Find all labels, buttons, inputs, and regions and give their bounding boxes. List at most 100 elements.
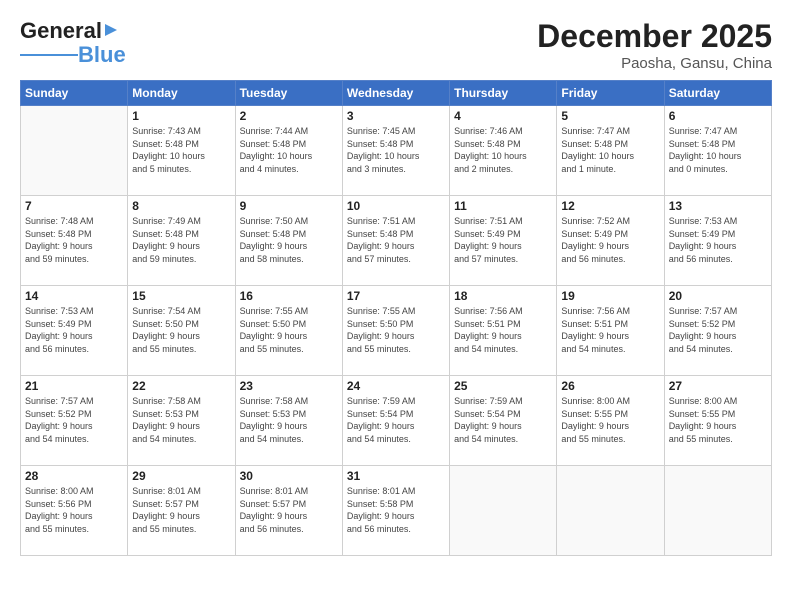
table-row: 7 Sunrise: 7:48 AM Sunset: 5:48 PM Daylig… [21, 196, 128, 286]
day-info: Sunrise: 8:00 AM Sunset: 5:55 PM Dayligh… [669, 395, 767, 445]
day-number: 17 [347, 289, 445, 303]
day-info: Sunrise: 7:59 AM Sunset: 5:54 PM Dayligh… [454, 395, 552, 445]
day-info: Sunrise: 7:50 AM Sunset: 5:48 PM Dayligh… [240, 215, 338, 265]
th-tuesday: Tuesday [235, 81, 342, 106]
day-info: Sunrise: 7:52 AM Sunset: 5:49 PM Dayligh… [561, 215, 659, 265]
day-number: 22 [132, 379, 230, 393]
day-number: 16 [240, 289, 338, 303]
day-info: Sunrise: 8:01 AM Sunset: 5:57 PM Dayligh… [240, 485, 338, 535]
table-row: 1Sunrise: 7:43 AM Sunset: 5:48 PM Daylig… [128, 106, 235, 196]
location: Paosha, Gansu, China [537, 55, 772, 72]
day-info: Sunrise: 8:01 AM Sunset: 5:58 PM Dayligh… [347, 485, 445, 535]
table-row: 5 Sunrise: 7:47 AM Sunset: 5:48 PM Daylig… [557, 106, 664, 196]
table-row: 26 Sunrise: 8:00 AM Sunset: 5:55 PM Dayli… [557, 376, 664, 466]
day-number: 29 [132, 469, 230, 483]
table-row: 13 Sunrise: 7:53 AM Sunset: 5:49 PM Dayli… [664, 196, 771, 286]
table-row [450, 466, 557, 556]
table-row: 18 Sunrise: 7:56 AM Sunset: 5:51 PM Dayli… [450, 286, 557, 376]
th-friday: Friday [557, 81, 664, 106]
day-number: 11 [454, 199, 552, 213]
day-info: Sunrise: 7:56 AM Sunset: 5:51 PM Dayligh… [454, 305, 552, 355]
day-info: Sunrise: 7:43 AM Sunset: 5:48 PM Dayligh… [132, 125, 230, 175]
day-number: 20 [669, 289, 767, 303]
calendar-table: Sunday Monday Tuesday Wednesday Thursday… [20, 80, 772, 556]
day-info: Sunrise: 8:00 AM Sunset: 5:55 PM Dayligh… [561, 395, 659, 445]
day-number: 21 [25, 379, 123, 393]
day-number: 27 [669, 379, 767, 393]
th-saturday: Saturday [664, 81, 771, 106]
day-number: 18 [454, 289, 552, 303]
table-row: 11 Sunrise: 7:51 AM Sunset: 5:49 PM Dayli… [450, 196, 557, 286]
day-number: 7 [25, 199, 123, 213]
month-title: December 2025 [537, 18, 772, 55]
table-row [21, 106, 128, 196]
day-info: Sunrise: 7:59 AM Sunset: 5:54 PM Dayligh… [347, 395, 445, 445]
th-wednesday: Wednesday [342, 81, 449, 106]
day-number: 4 [454, 109, 552, 123]
day-number: 24 [347, 379, 445, 393]
logo-general: General [20, 18, 102, 44]
table-row: 4 Sunrise: 7:46 AM Sunset: 5:48 PM Daylig… [450, 106, 557, 196]
day-number: 26 [561, 379, 659, 393]
day-info: Sunrise: 7:47 AM Sunset: 5:48 PM Dayligh… [561, 125, 659, 175]
calendar-week-row: 14Sunrise: 7:53 AM Sunset: 5:49 PM Dayli… [21, 286, 772, 376]
table-row: 2 Sunrise: 7:44 AM Sunset: 5:48 PM Daylig… [235, 106, 342, 196]
day-info: Sunrise: 7:45 AM Sunset: 5:48 PM Dayligh… [347, 125, 445, 175]
day-info: Sunrise: 7:47 AM Sunset: 5:48 PM Dayligh… [669, 125, 767, 175]
calendar-header-row: Sunday Monday Tuesday Wednesday Thursday… [21, 81, 772, 106]
calendar-week-row: 7 Sunrise: 7:48 AM Sunset: 5:48 PM Daylig… [21, 196, 772, 286]
day-number: 2 [240, 109, 338, 123]
table-row: 22Sunrise: 7:58 AM Sunset: 5:53 PM Dayli… [128, 376, 235, 466]
day-info: Sunrise: 7:46 AM Sunset: 5:48 PM Dayligh… [454, 125, 552, 175]
header: General Blue December 2025 Paosha, Gansu… [20, 18, 772, 72]
day-number: 3 [347, 109, 445, 123]
day-number: 13 [669, 199, 767, 213]
page: General Blue December 2025 Paosha, Gansu… [0, 0, 792, 612]
table-row: 23Sunrise: 7:58 AM Sunset: 5:53 PM Dayli… [235, 376, 342, 466]
calendar-week-row: 1Sunrise: 7:43 AM Sunset: 5:48 PM Daylig… [21, 106, 772, 196]
day-number: 6 [669, 109, 767, 123]
day-number: 23 [240, 379, 338, 393]
table-row: 27 Sunrise: 8:00 AM Sunset: 5:55 PM Dayli… [664, 376, 771, 466]
table-row [664, 466, 771, 556]
day-number: 5 [561, 109, 659, 123]
day-info: Sunrise: 7:51 AM Sunset: 5:48 PM Dayligh… [347, 215, 445, 265]
day-info: Sunrise: 8:00 AM Sunset: 5:56 PM Dayligh… [25, 485, 123, 535]
day-number: 28 [25, 469, 123, 483]
day-info: Sunrise: 7:55 AM Sunset: 5:50 PM Dayligh… [347, 305, 445, 355]
th-thursday: Thursday [450, 81, 557, 106]
table-row: 16Sunrise: 7:55 AM Sunset: 5:50 PM Dayli… [235, 286, 342, 376]
th-monday: Monday [128, 81, 235, 106]
logo: General Blue [20, 18, 126, 66]
table-row: 24 Sunrise: 7:59 AM Sunset: 5:54 PM Dayli… [342, 376, 449, 466]
table-row: 17 Sunrise: 7:55 AM Sunset: 5:50 PM Dayli… [342, 286, 449, 376]
calendar-week-row: 28 Sunrise: 8:00 AM Sunset: 5:56 PM Dayli… [21, 466, 772, 556]
day-number: 10 [347, 199, 445, 213]
day-info: Sunrise: 7:53 AM Sunset: 5:49 PM Dayligh… [669, 215, 767, 265]
table-row: 29 Sunrise: 8:01 AM Sunset: 5:57 PM Dayli… [128, 466, 235, 556]
day-number: 14 [25, 289, 123, 303]
table-row: 20 Sunrise: 7:57 AM Sunset: 5:52 PM Dayli… [664, 286, 771, 376]
table-row: 14Sunrise: 7:53 AM Sunset: 5:49 PM Dayli… [21, 286, 128, 376]
day-number: 8 [132, 199, 230, 213]
day-info: Sunrise: 7:48 AM Sunset: 5:48 PM Dayligh… [25, 215, 123, 265]
table-row: 10 Sunrise: 7:51 AM Sunset: 5:48 PM Dayli… [342, 196, 449, 286]
day-info: Sunrise: 7:57 AM Sunset: 5:52 PM Dayligh… [669, 305, 767, 355]
table-row: 25Sunrise: 7:59 AM Sunset: 5:54 PM Dayli… [450, 376, 557, 466]
title-area: December 2025 Paosha, Gansu, China [537, 18, 772, 72]
table-row: 15Sunrise: 7:54 AM Sunset: 5:50 PM Dayli… [128, 286, 235, 376]
day-number: 19 [561, 289, 659, 303]
day-info: Sunrise: 7:51 AM Sunset: 5:49 PM Dayligh… [454, 215, 552, 265]
day-number: 30 [240, 469, 338, 483]
table-row [557, 466, 664, 556]
calendar-week-row: 21Sunrise: 7:57 AM Sunset: 5:52 PM Dayli… [21, 376, 772, 466]
table-row: 30 Sunrise: 8:01 AM Sunset: 5:57 PM Dayli… [235, 466, 342, 556]
table-row: 31Sunrise: 8:01 AM Sunset: 5:58 PM Dayli… [342, 466, 449, 556]
day-info: Sunrise: 8:01 AM Sunset: 5:57 PM Dayligh… [132, 485, 230, 535]
day-number: 15 [132, 289, 230, 303]
day-info: Sunrise: 7:56 AM Sunset: 5:51 PM Dayligh… [561, 305, 659, 355]
table-row: 19 Sunrise: 7:56 AM Sunset: 5:51 PM Dayli… [557, 286, 664, 376]
table-row: 6 Sunrise: 7:47 AM Sunset: 5:48 PM Daylig… [664, 106, 771, 196]
day-info: Sunrise: 7:44 AM Sunset: 5:48 PM Dayligh… [240, 125, 338, 175]
table-row: 28 Sunrise: 8:00 AM Sunset: 5:56 PM Dayli… [21, 466, 128, 556]
